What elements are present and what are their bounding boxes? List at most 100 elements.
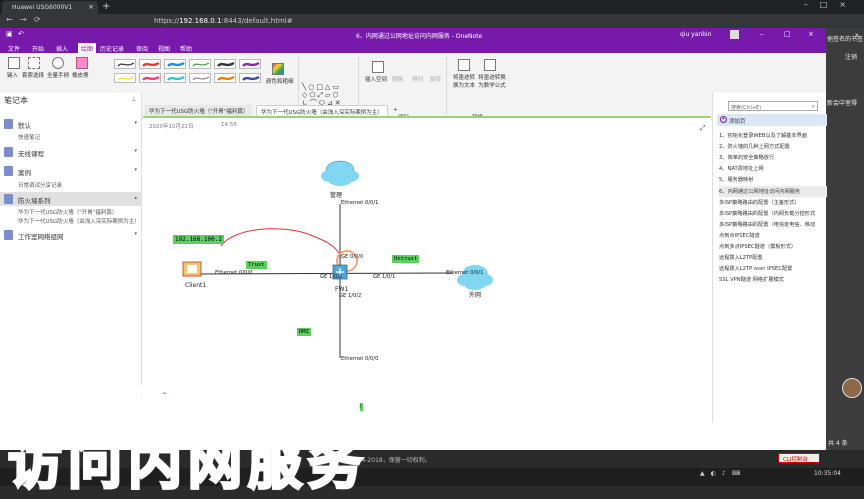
page-list-item[interactable]: 5、服务器映射 (719, 174, 827, 185)
rs-close-icon[interactable]: x (855, 32, 859, 39)
notebook-item-default[interactable]: 默认 ▾ (0, 117, 142, 131)
section-fw-welfare[interactable]: 华为下一代USG防火墙（"开胃"福利篇） (18, 208, 117, 216)
page-list-item[interactable]: 1、初始化登录WEB以及了解基本界面 (719, 130, 827, 141)
rotate-label[interactable]: 旋转 (430, 75, 441, 83)
menu-item[interactable]: 插入 (56, 44, 68, 53)
ink-to-math-icon[interactable] (484, 59, 496, 71)
type-tool-icon[interactable] (8, 57, 20, 69)
url-field[interactable]: https://192.168.0.1:8443/default.html# (154, 17, 293, 25)
tool-lasso-label[interactable]: 套索选择 (22, 71, 44, 79)
section-quick-notes[interactable]: 快速笔记 (18, 133, 40, 141)
tool-pan-label[interactable]: 全量手柄 (47, 71, 69, 79)
pen-swatch[interactable] (114, 73, 136, 83)
ext-label: 外网 (469, 292, 482, 299)
chevron-up-icon[interactable]: ▴ (134, 195, 137, 201)
pin-icon[interactable]: ⊥ (131, 96, 136, 103)
notebook-item-firewall[interactable]: 防火墙系列 ▴ (0, 192, 142, 206)
clock[interactable]: 10:35:04 (814, 470, 841, 477)
menu-item[interactable]: 绘图 (78, 43, 97, 53)
dmz-zone-tag: DMZ (297, 328, 311, 336)
page-list-item[interactable]: 点到点IPSEC隧道 (719, 230, 827, 241)
shape-gallery[interactable]: ╲○□△▭ ◇⬠⤢▱⬡ ∟⌒⬭⊿✕ (302, 83, 352, 107)
pen-swatch[interactable] (214, 59, 236, 69)
menu-item[interactable]: 视图 (158, 44, 170, 53)
search-icon[interactable]: ⌕ (812, 103, 815, 111)
pen-swatch[interactable] (214, 73, 236, 83)
save-icon[interactable]: ▣ (6, 30, 13, 38)
new-tab-icon[interactable]: + (102, 1, 110, 12)
cli-console-button[interactable]: CLI控制台 (778, 453, 820, 463)
close-tab-icon[interactable]: × (88, 3, 94, 11)
chevron-down-icon[interactable]: ▾ (134, 167, 137, 173)
pen-swatch[interactable] (239, 59, 261, 69)
lasso-select-icon[interactable] (28, 57, 40, 69)
page-list-item[interactable]: 6、内网通过公网地址访问内网服务 (719, 185, 827, 197)
pen-swatch[interactable] (164, 59, 186, 69)
user-avatar-icon[interactable] (730, 30, 739, 39)
tab-fw-cases[interactable]: 华为下一代USG防火墙（由浅入深实际案例为主） (256, 105, 388, 116)
pen-swatch[interactable] (189, 73, 211, 83)
ink-to-math-label[interactable]: 将墨迹转换为数学公式 (478, 73, 506, 89)
notebook-item-case[interactable]: 案例 ▾ (0, 164, 142, 178)
tool-type-label[interactable]: 键入 (7, 71, 18, 79)
reload-icon[interactable]: ⟳ (34, 15, 41, 24)
menu-item[interactable]: 文件 (8, 44, 20, 53)
page-list-item[interactable]: 点到多点IPSEC隧道（模板形式） (719, 241, 827, 252)
tab-fw-welfare[interactable]: 华为下一代USG防火墙（"开胃"福利篇） (145, 105, 253, 116)
user-name[interactable]: qiu yanbin (680, 31, 712, 38)
chevron-down-icon[interactable]: ▾ (134, 231, 137, 237)
close-icon[interactable]: × (808, 30, 814, 38)
fw-port-2: GE 1/0/1 (373, 274, 396, 280)
delete-label[interactable]: 删除 (392, 75, 403, 83)
pen-swatch[interactable] (239, 73, 261, 83)
page-list-item[interactable]: 多ISP策略路由的配置（电信走电信、移动 (719, 219, 827, 230)
page-list-item[interactable]: 多ISP策略路由的配置（主备形式） (719, 197, 827, 208)
page-list-item[interactable]: 3、简单的安全策略放行 (719, 152, 827, 163)
system-tray[interactable]: ▲◐♪⌨ (700, 470, 746, 477)
arrange-label[interactable]: 排列 (412, 75, 423, 83)
section-daily-debug[interactable]: 日常调试分享记录 (18, 181, 62, 189)
page-list-item[interactable]: 多ISP策略路由的配置（内网负载分担形式 (719, 208, 827, 219)
page-list-item[interactable]: SSL VPN隧道 网络扩展模式 (719, 274, 827, 285)
color-palette-icon[interactable] (272, 63, 284, 75)
back-icon[interactable]: ← (6, 15, 13, 24)
ink-to-text-icon[interactable] (458, 59, 470, 71)
section-fw-cases[interactable]: 华为下一代USG防火墙（由浅入深实际案例为主） (18, 217, 140, 225)
page-list-item[interactable]: 远程拨入L2TP配置 (719, 252, 827, 263)
menu-item[interactable]: 帮助 (180, 44, 192, 53)
pan-tool-icon[interactable] (52, 57, 64, 69)
notebook-item-studio[interactable]: 工作室网络组网 ▾ (0, 228, 142, 242)
pen-swatch[interactable] (189, 59, 211, 69)
browser-tab[interactable]: Huawei USG6000V1 × (2, 1, 98, 14)
window-controls[interactable]: –□× (804, 0, 858, 9)
pen-swatch[interactable] (139, 73, 161, 83)
eraser-icon[interactable] (76, 57, 88, 69)
page-list-item[interactable]: 2、防火墙的几种上网方式配置 (719, 141, 827, 152)
forward-icon[interactable]: → (20, 15, 27, 24)
ink-to-text-label[interactable]: 将墨迹转换为文本 (452, 73, 476, 89)
color-thickness-label[interactable]: 颜色和粗细 (266, 77, 294, 85)
chevron-down-icon[interactable]: ▾ (134, 120, 137, 126)
add-section-button[interactable]: + (389, 105, 402, 116)
insert-space-label[interactable]: 插入空间 (365, 75, 387, 83)
search-input[interactable]: 搜索(Ctrl+E) ⌕ (728, 101, 818, 111)
tool-eraser-label[interactable]: 橡皮擦 (72, 71, 89, 79)
menu-item[interactable]: 开始 (32, 44, 44, 53)
menu-item[interactable]: 审阅 (136, 44, 148, 53)
pen-swatch[interactable] (164, 73, 186, 83)
untrust-zone-tag: Untrust (392, 255, 420, 263)
page-list-item[interactable]: 远程拨入L2TP over IPSEC配置 (719, 263, 827, 274)
page-list-item[interactable]: 4、NAT源地址上网 (719, 163, 827, 174)
insert-space-icon[interactable] (372, 61, 384, 73)
notebook-item-wireless[interactable]: 无线课程 ▾ (0, 145, 142, 159)
pen-swatch[interactable] (114, 59, 136, 69)
rs-logout-text[interactable]: 注销 (845, 52, 857, 61)
avatar (842, 378, 862, 398)
minimize-icon[interactable]: – (760, 30, 764, 38)
undo-icon[interactable]: ↶ (18, 30, 24, 38)
maximize-icon[interactable]: □ (784, 30, 791, 38)
add-page-button[interactable]: + 添加页 (717, 114, 827, 126)
menu-item[interactable]: 历史记录 (100, 44, 124, 53)
pen-swatch[interactable] (139, 59, 161, 69)
chevron-down-icon[interactable]: ▾ (134, 148, 137, 154)
